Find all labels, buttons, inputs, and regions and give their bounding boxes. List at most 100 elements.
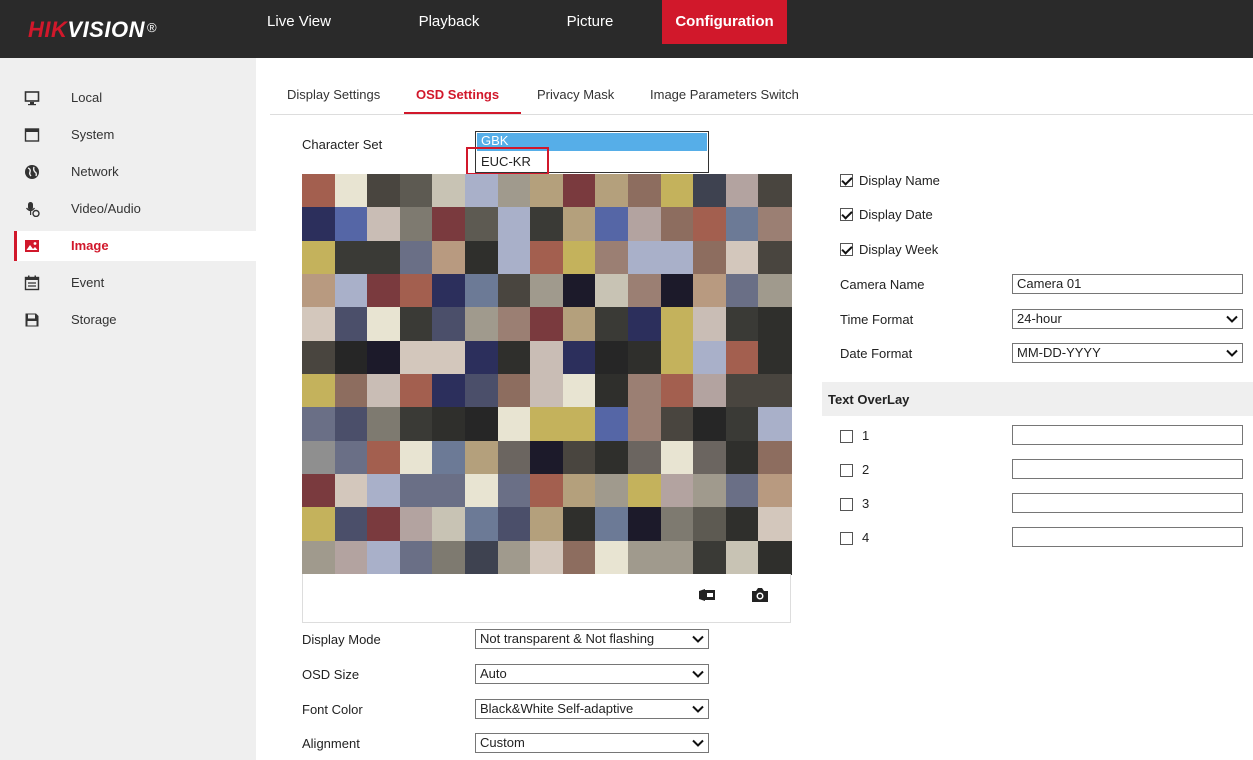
video-mosaic-cell — [758, 274, 792, 308]
video-mosaic-cell — [465, 207, 499, 242]
chevron-down-icon — [692, 705, 704, 713]
video-mosaic-cell — [562, 174, 596, 208]
video-mosaic-cell — [399, 240, 433, 275]
record-icon[interactable] — [697, 585, 717, 605]
video-mosaic-cell — [334, 407, 368, 442]
snapshot-icon[interactable] — [750, 585, 770, 605]
video-mosaic-cell — [432, 374, 466, 408]
video-mosaic-cell — [628, 540, 662, 575]
tab-display-settings[interactable]: Display Settings — [287, 87, 380, 102]
nav-configuration[interactable]: Configuration — [662, 0, 787, 44]
video-mosaic-cell — [660, 174, 694, 208]
video-mosaic-cell — [530, 340, 564, 375]
sidebar-item-video-audio[interactable]: Video/Audio — [16, 194, 256, 224]
video-mosaic-cell — [497, 474, 531, 508]
video-mosaic-cell — [497, 174, 531, 208]
tab-osd-settings[interactable]: OSD Settings — [416, 87, 499, 102]
overlay-4-input[interactable] — [1012, 527, 1243, 547]
text-overlay-title: Text OverLay — [828, 392, 910, 407]
video-mosaic-cell — [758, 340, 792, 375]
video-mosaic-cell — [595, 440, 629, 475]
font-color-select[interactable]: Black&White Self-adaptive — [475, 699, 709, 719]
video-mosaic-cell — [302, 474, 336, 508]
video-mosaic-cell — [595, 274, 629, 308]
video-mosaic-cell — [725, 174, 759, 208]
video-mosaic-cell — [530, 507, 564, 542]
video-mosaic-cell — [432, 440, 466, 475]
overlay-2-input[interactable] — [1012, 459, 1243, 479]
video-mosaic-cell — [725, 440, 759, 475]
active-tab-indicator — [404, 112, 521, 114]
display-date-checkbox[interactable] — [840, 208, 853, 221]
video-mosaic-cell — [367, 540, 401, 575]
overlay-1-input[interactable] — [1012, 425, 1243, 445]
overlay-3-checkbox[interactable] — [840, 498, 853, 511]
sidebar-item-storage[interactable]: Storage — [16, 305, 256, 335]
video-mosaic-cell — [725, 474, 759, 508]
video-mosaic-cell — [660, 374, 694, 408]
alignment-select[interactable]: Custom — [475, 733, 709, 753]
nav-picture[interactable]: Picture — [550, 0, 630, 44]
overlay-3-input[interactable] — [1012, 493, 1243, 513]
chevron-down-icon — [692, 739, 704, 747]
overlay-4-checkbox[interactable] — [840, 532, 853, 545]
display-mode-select[interactable]: Not transparent & Not flashing — [475, 629, 709, 649]
video-mosaic-cell — [334, 507, 368, 542]
overlay-2-checkbox[interactable] — [840, 464, 853, 477]
sidebar-item-event[interactable]: Event — [16, 268, 256, 298]
video-mosaic-cell — [399, 474, 433, 508]
video-mosaic-cell — [367, 240, 401, 275]
video-mosaic-cell — [302, 174, 336, 208]
font-color-value: Black&White Self-adaptive — [480, 701, 634, 716]
window-icon — [24, 128, 40, 142]
video-mosaic-cell — [693, 340, 727, 375]
video-mosaic-cell — [595, 340, 629, 375]
nav-playback[interactable]: Playback — [404, 0, 494, 44]
video-mosaic-cell — [399, 374, 433, 408]
highlight-box — [466, 147, 549, 175]
display-date-label: Display Date — [859, 207, 933, 222]
time-format-value: 24-hour — [1017, 311, 1062, 326]
video-mosaic-cell — [367, 207, 401, 242]
nav-live-view[interactable]: Live View — [258, 0, 340, 44]
video-mosaic-cell — [497, 207, 531, 242]
video-mosaic-cell — [758, 507, 792, 542]
tab-privacy-mask[interactable]: Privacy Mask — [537, 87, 614, 102]
sidebar-item-image[interactable]: Image — [14, 231, 256, 261]
video-mosaic-cell — [465, 274, 499, 308]
overlay-2-label: 2 — [862, 462, 870, 477]
video-preview[interactable] — [302, 174, 792, 575]
video-mosaic-cell — [497, 307, 531, 342]
video-mosaic-cell — [465, 440, 499, 475]
sidebar-item-network[interactable]: Network — [16, 157, 256, 187]
date-format-select[interactable]: MM-DD-YYYY — [1012, 343, 1243, 363]
display-name-checkbox[interactable] — [840, 174, 853, 187]
video-mosaic-cell — [432, 507, 466, 542]
chevron-down-icon — [692, 670, 704, 678]
time-format-select[interactable]: 24-hour — [1012, 309, 1243, 329]
video-mosaic-cell — [758, 307, 792, 342]
tab-image-parameters-switch[interactable]: Image Parameters Switch — [650, 87, 799, 102]
video-mosaic-cell — [758, 174, 792, 208]
camera-name-input[interactable]: Camera 01 — [1012, 274, 1243, 294]
date-format-value: MM-DD-YYYY — [1017, 345, 1101, 360]
sidebar-item-system[interactable]: System — [16, 120, 256, 150]
sidebar-item-local[interactable]: Local — [16, 83, 256, 113]
video-mosaic-cell — [302, 374, 336, 408]
video-mosaic-cell — [693, 440, 727, 475]
video-mosaic-cell — [399, 540, 433, 575]
video-mosaic-cell — [562, 307, 596, 342]
video-mosaic-cell — [758, 240, 792, 275]
video-mosaic-cell — [595, 474, 629, 508]
display-week-checkbox[interactable] — [840, 243, 853, 256]
video-mosaic-cell — [693, 507, 727, 542]
video-controls — [302, 574, 791, 623]
video-mosaic-cell — [595, 174, 629, 208]
video-mosaic-cell — [367, 174, 401, 208]
overlay-1-checkbox[interactable] — [840, 430, 853, 443]
video-mosaic-cell — [302, 307, 336, 342]
video-mosaic-cell — [595, 540, 629, 575]
osd-size-select[interactable]: Auto — [475, 664, 709, 684]
video-mosaic-cell — [693, 274, 727, 308]
video-mosaic-cell — [432, 274, 466, 308]
